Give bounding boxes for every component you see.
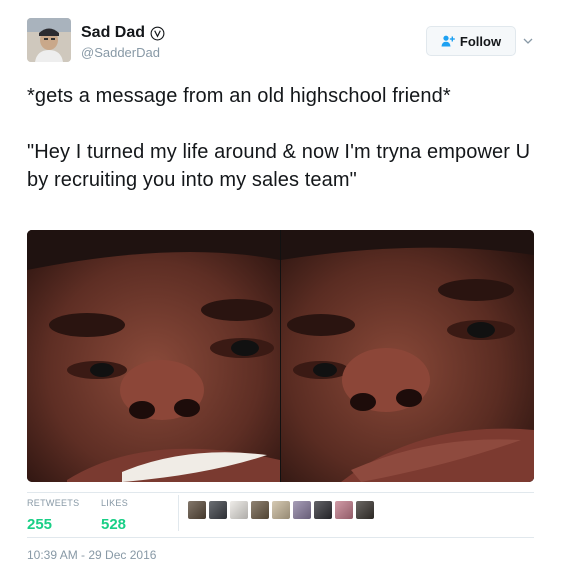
retweets-stat[interactable]: RETWEETS 255: [27, 498, 79, 533]
liker-avatar[interactable]: [251, 501, 269, 519]
follow-button[interactable]: Follow: [426, 26, 516, 56]
liker-avatars: [188, 501, 374, 519]
liker-avatar[interactable]: [188, 501, 206, 519]
follow-label: Follow: [459, 33, 502, 49]
avatar[interactable]: [27, 18, 71, 62]
selfie-photo-icon: [27, 230, 280, 482]
media-photo-left[interactable]: [27, 230, 280, 482]
stats-separator: [178, 495, 179, 531]
selfie-photo-icon: [281, 230, 534, 482]
tweet-card: Sad Dad @SadderDad Follow *gets a messag…: [0, 0, 564, 575]
liker-avatar[interactable]: [272, 501, 290, 519]
liker-avatar[interactable]: [230, 501, 248, 519]
tweet-text: *gets a message from an old highschool f…: [27, 82, 547, 194]
tweet-paragraph: *gets a message from an old highschool f…: [27, 85, 451, 107]
likes-label: LIKES: [101, 498, 129, 508]
tweet-paragraph: "Hey I turned my life around & now I'm t…: [27, 141, 531, 191]
media-photo-right[interactable]: [281, 230, 534, 482]
likes-count: 528: [101, 516, 127, 533]
likes-stat[interactable]: LIKES 528: [101, 498, 128, 533]
more-options-button[interactable]: [520, 33, 536, 49]
verified-badge-icon: [150, 26, 165, 40]
divider: [27, 537, 534, 538]
liker-avatar[interactable]: [356, 501, 374, 519]
display-name[interactable]: Sad Dad: [81, 24, 145, 42]
user-name-row: Sad Dad: [81, 24, 165, 42]
retweets-label: RETWEETS: [27, 498, 80, 508]
media-grid: [27, 230, 534, 482]
liker-avatar[interactable]: [293, 501, 311, 519]
tweet-timestamp[interactable]: 10:39 AM - 29 Dec 2016: [27, 548, 156, 562]
avatar-image-icon: [27, 18, 71, 62]
liker-avatar[interactable]: [209, 501, 227, 519]
divider: [27, 492, 534, 493]
liker-avatar[interactable]: [335, 501, 353, 519]
add-user-icon: [441, 35, 455, 47]
liker-avatar[interactable]: [314, 501, 332, 519]
retweets-count: 255: [27, 516, 53, 533]
user-handle[interactable]: @SadderDad: [81, 45, 160, 60]
chevron-down-icon: [523, 38, 533, 44]
